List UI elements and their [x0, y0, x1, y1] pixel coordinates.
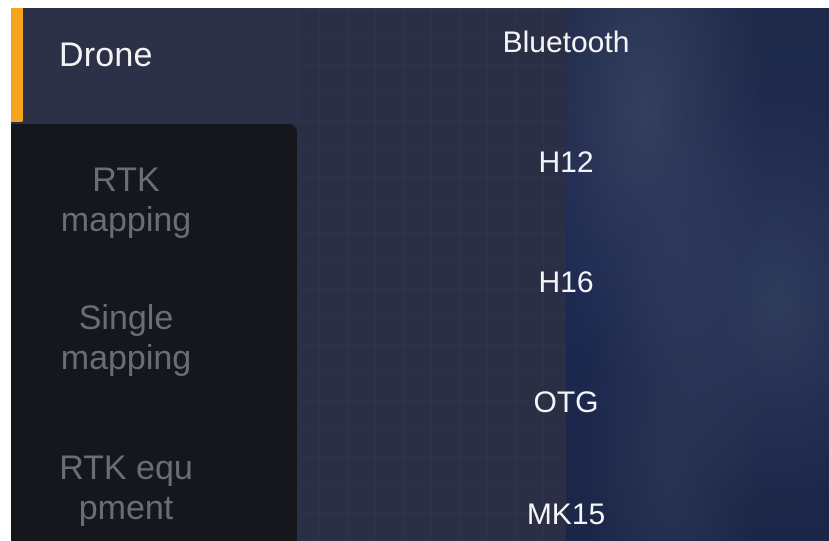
- device-bluetooth[interactable]: Bluetooth: [441, 26, 691, 60]
- tab-rtk-equipment-label-line1: RTK equ: [59, 449, 193, 487]
- tab-single-mapping-label-line1: Single: [78, 299, 174, 337]
- device-list: Bluetooth H12 H16 OTG MK15: [441, 8, 691, 541]
- device-otg[interactable]: OTG: [441, 386, 691, 420]
- connection-type-sidebar: Drone RTK mapping Single mapping RTK equ…: [11, 8, 299, 541]
- device-h16[interactable]: H16: [441, 266, 691, 300]
- tab-drone-label: Drone: [59, 36, 153, 74]
- device-h12[interactable]: H12: [441, 146, 691, 180]
- tab-rtk-mapping-label-line2: mapping: [60, 201, 192, 239]
- active-tab-indicator: [11, 8, 23, 122]
- inactive-tabs-panel: RTK mapping Single mapping RTK equ pment: [11, 124, 297, 541]
- tab-rtk-equipment-label-line2: pment: [78, 489, 174, 527]
- tab-single-mapping[interactable]: Single mapping: [11, 298, 241, 378]
- device-mk15[interactable]: MK15: [441, 498, 691, 532]
- connection-panel: Drone RTK mapping Single mapping RTK equ…: [11, 8, 829, 541]
- tab-drone[interactable]: Drone: [11, 8, 299, 124]
- tab-rtk-mapping[interactable]: RTK mapping: [11, 160, 241, 240]
- tab-rtk-mapping-label-line1: RTK: [92, 161, 160, 199]
- tab-rtk-equipment[interactable]: RTK equ pment: [11, 448, 241, 528]
- tab-single-mapping-label-line2: mapping: [60, 339, 192, 377]
